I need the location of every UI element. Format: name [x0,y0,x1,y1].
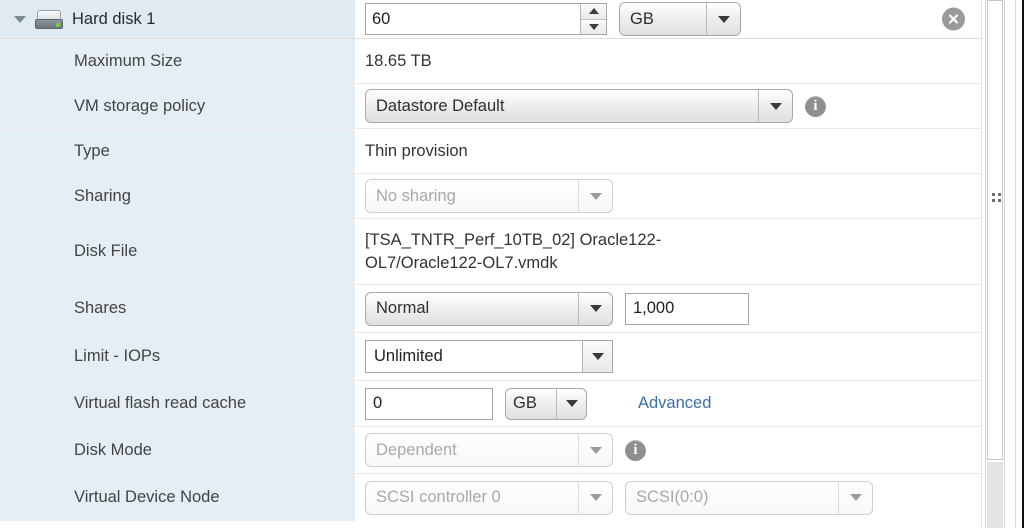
type-label: Type [0,129,355,173]
limit-iops-dropdown[interactable]: Unlimited [365,340,613,373]
sharing-value: No sharing [366,187,578,206]
virtual-flash-read-cache-value-cell: GB Advanced [355,381,981,426]
vm-storage-policy-value: Datastore Default [366,97,758,116]
virtual-flash-read-cache-label: Virtual flash read cache [0,381,355,426]
maximum-size-value: 18.65 TB [365,50,432,72]
disk-mode-dropdown[interactable]: Dependent [365,433,613,467]
type-value: Thin provision [365,140,468,162]
vm-storage-policy-row: VM storage policy Datastore Default i [0,84,981,129]
caret-down-icon[interactable] [14,16,26,23]
maximum-size-value-cell: 18.65 TB [355,39,981,83]
splitter-grip-icon[interactable] [992,193,1003,204]
scrollbar-track-below[interactable] [987,462,1003,528]
virtual-device-node-controller-value: SCSI controller 0 [366,488,578,507]
virtual-flash-read-cache-input[interactable] [365,388,493,420]
device-title: Hard disk 1 [72,10,155,29]
capacity-increment-button[interactable] [581,4,606,19]
chevron-down-icon[interactable] [556,389,586,419]
hard-disk-icon [35,10,63,29]
capacity-unit-value: GB [620,10,706,29]
edit-hard-disk-settings-panel: Hard disk 1 GB [0,0,1024,528]
shares-label: Shares [0,285,355,332]
capacity-value-cell: GB [355,0,981,38]
capacity-stepper[interactable] [365,3,607,35]
chevron-down-icon[interactable] [838,482,872,514]
capacity-unit-dropdown[interactable]: GB [619,2,741,36]
vm-storage-policy-dropdown[interactable]: Datastore Default [365,89,793,123]
shares-row: Shares Normal [0,285,981,333]
right-gutter [981,0,1024,528]
virtual-flash-read-cache-row: Virtual flash read cache GB Advanced [0,381,981,427]
shares-level-value: Normal [366,299,578,318]
disk-mode-label: Disk Mode [0,427,355,473]
virtual-device-node-unit-value: SCSI(0:0) [626,488,838,507]
disk-mode-value-cell: Dependent i [355,427,981,473]
limit-iops-label: Limit - IOPs [0,333,355,380]
disk-file-value-cell: [TSA_TNTR_Perf_10TB_02] Oracle122-OL7/Or… [355,219,981,284]
info-icon[interactable]: i [625,440,646,461]
virtual-device-node-row: Virtual Device Node SCSI controller 0 SC… [0,474,981,521]
panel-inner-edge [1015,0,1016,528]
disk-file-label: Disk File [0,219,355,284]
chevron-down-icon[interactable] [758,90,792,122]
device-header-row: Hard disk 1 GB [0,0,981,39]
shares-value-cell: Normal [355,285,981,332]
type-value-cell: Thin provision [355,129,981,173]
device-header-label-cell: Hard disk 1 [0,0,355,38]
limit-iops-value: Unlimited [366,341,582,372]
remove-device-button[interactable] [942,8,965,31]
limit-iops-value-cell: Unlimited [355,333,981,380]
disk-mode-value: Dependent [366,441,578,460]
virtual-device-node-value-cell: SCSI controller 0 SCSI(0:0) [355,474,981,521]
type-row: Type Thin provision [0,129,981,174]
limit-iops-row: Limit - IOPs Unlimited [0,333,981,381]
chevron-down-icon[interactable] [578,434,612,466]
advanced-link[interactable]: Advanced [638,394,711,413]
maximum-size-row: Maximum Size 18.65 TB [0,39,981,84]
chevron-down-icon[interactable] [578,482,612,514]
shares-level-dropdown[interactable]: Normal [365,292,613,326]
maximum-size-label: Maximum Size [0,39,355,83]
shares-amount-input[interactable] [625,293,749,325]
virtual-device-node-label: Virtual Device Node [0,474,355,521]
sharing-dropdown[interactable]: No sharing [365,179,613,213]
capacity-input[interactable] [366,4,580,34]
vm-storage-policy-label: VM storage policy [0,84,355,128]
capacity-spinner-buttons[interactable] [580,4,606,34]
disk-mode-row: Disk Mode Dependent i [0,427,981,474]
vm-storage-policy-value-cell: Datastore Default i [355,84,981,128]
capacity-decrement-button[interactable] [581,19,606,35]
virtual-device-node-controller-dropdown[interactable]: SCSI controller 0 [365,481,613,515]
info-icon[interactable]: i [805,96,826,117]
vertical-scrollbar[interactable] [985,0,1005,528]
sharing-value-cell: No sharing [355,174,981,218]
disk-file-value: [TSA_TNTR_Perf_10TB_02] Oracle122-OL7/Or… [365,229,755,274]
chevron-down-icon[interactable] [706,3,740,35]
virtual-device-node-unit-dropdown[interactable]: SCSI(0:0) [625,481,873,515]
disk-file-row: Disk File [TSA_TNTR_Perf_10TB_02] Oracle… [0,219,981,285]
sharing-row: Sharing No sharing [0,174,981,219]
device-settings-form: Hard disk 1 GB [0,0,981,528]
caret-down-icon [589,24,599,30]
caret-up-icon [589,8,599,14]
chevron-down-icon[interactable] [578,180,612,212]
virtual-flash-read-cache-unit-value: GB [506,394,556,413]
sharing-label: Sharing [0,174,355,218]
scrollbar-thumb[interactable] [987,0,1003,460]
chevron-down-icon[interactable] [578,293,612,325]
virtual-flash-read-cache-unit-dropdown[interactable]: GB [505,388,587,420]
chevron-down-icon[interactable] [582,341,612,372]
